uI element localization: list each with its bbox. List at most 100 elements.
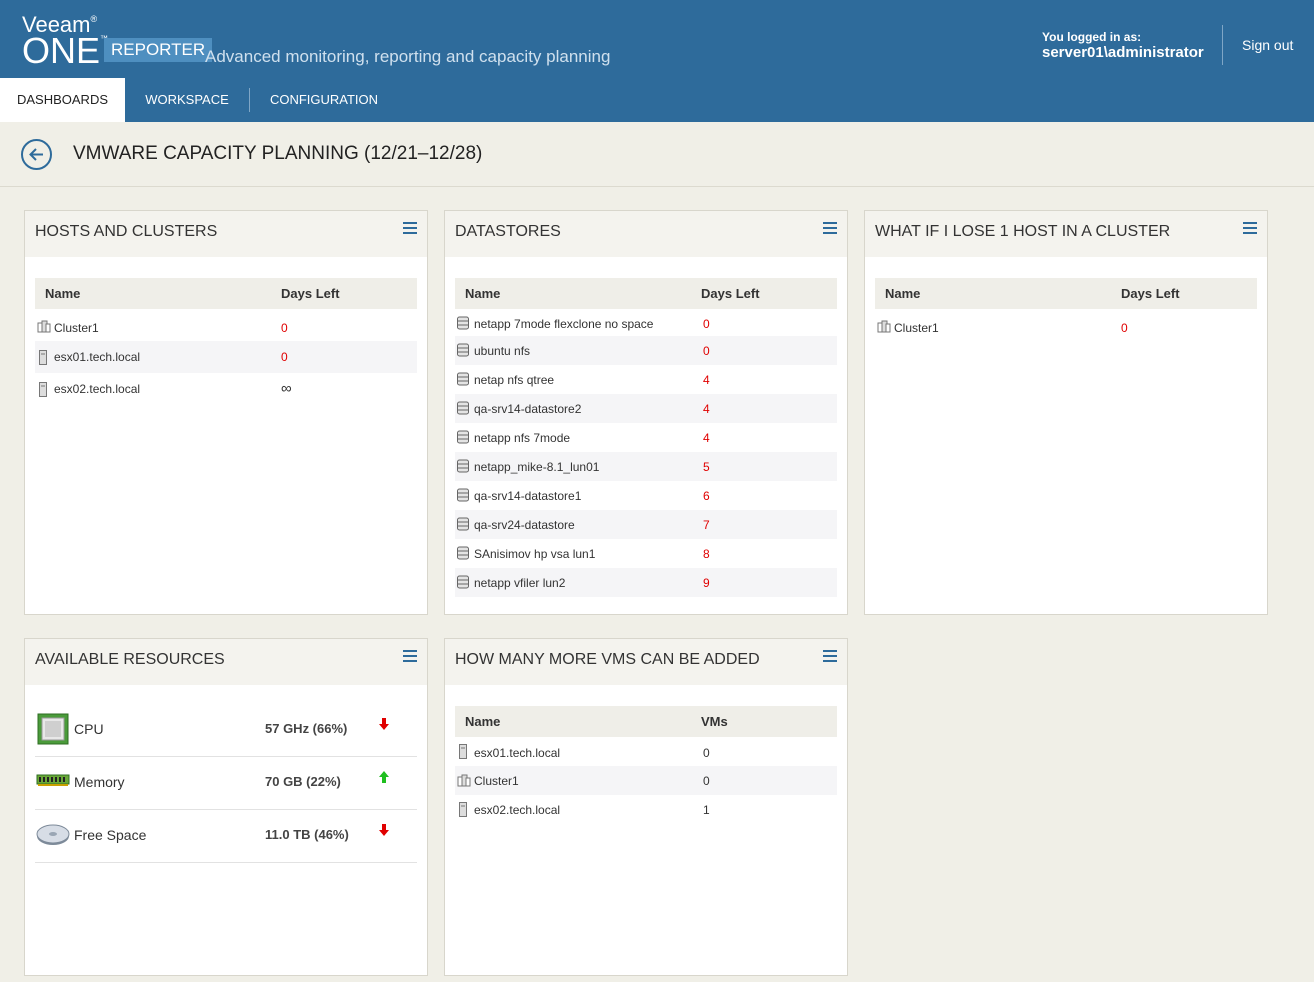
table-row[interactable]: Cluster1 0 [455, 766, 837, 795]
resource-label: CPU [74, 721, 104, 737]
sign-out-link[interactable]: Sign out [1242, 37, 1293, 53]
resource-label: Free Space [74, 827, 147, 843]
resource-row-memory: Memory 70 GB (22%) [35, 756, 417, 810]
row-days-left: 0 [703, 344, 710, 358]
table-row[interactable]: Cluster1 0 [875, 309, 1257, 341]
row-name: Cluster1 [894, 321, 939, 335]
table-row[interactable]: qa-srv14-datastore2 4 [455, 394, 837, 423]
datastores-table: Name Days Left netapp 7mode flexclone no… [455, 278, 837, 597]
cpu-icon [37, 713, 69, 745]
table-row[interactable]: qa-srv24-datastore 7 [455, 510, 837, 539]
table-row[interactable]: Cluster1 0 [35, 309, 417, 341]
vms-table: Name VMs esx01.tech.local 0 Cluster1 0 e… [455, 706, 837, 824]
panel-title: WHAT IF I LOSE 1 HOST IN A CLUSTER [875, 223, 1171, 240]
menu-icon[interactable] [403, 650, 417, 662]
menu-icon[interactable] [403, 222, 417, 234]
row-days-left: 0 [1121, 321, 1128, 335]
row-name: ubuntu nfs [474, 344, 531, 358]
resource-row-free-space: Free Space 11.0 TB (46%) [35, 809, 417, 863]
datastore-icon [457, 546, 469, 560]
tab-dashboards[interactable]: DASHBOARDS [0, 78, 125, 122]
arrow-up-icon [379, 771, 389, 783]
login-user: server01\administrator [1042, 44, 1204, 61]
page-title: VMWARE CAPACITY PLANNING (12/21–12/28) [73, 143, 483, 164]
row-days-left: 0 [281, 321, 288, 335]
panel-header: DATASTORES [445, 211, 847, 257]
tab-configuration[interactable]: CONFIGURATION [250, 78, 398, 122]
row-days-left: 6 [703, 489, 710, 503]
lose-host-panel: WHAT IF I LOSE 1 HOST IN A CLUSTER Name … [864, 210, 1268, 615]
hosts-clusters-panel: HOSTS AND CLUSTERS Name Days Left Cluste… [24, 210, 428, 615]
top-header: Veeam® ONE™ REPORTER Advanced monitoring… [0, 0, 1314, 122]
row-vms: 0 [703, 746, 710, 760]
vms-capacity-panel: HOW MANY MORE VMS CAN BE ADDED Name VMs … [444, 638, 848, 976]
header-divider [1222, 25, 1223, 65]
datastore-icon [457, 372, 469, 386]
row-name: netapp nfs 7mode [474, 431, 571, 445]
row-vms: 1 [703, 803, 710, 817]
datastore-icon [457, 575, 469, 589]
hosts-table: Name Days Left Cluster1 0 esx01.tech.loc… [35, 278, 417, 405]
resource-row-cpu: CPU 57 GHz (66%) [35, 703, 417, 757]
menu-icon[interactable] [823, 650, 837, 662]
table-row[interactable]: esx01.tech.local 0 [35, 341, 417, 373]
arrow-down-icon [379, 824, 389, 836]
available-resources-panel: AVAILABLE RESOURCES CPU 57 GHz (66%) Mem… [24, 638, 428, 976]
panel-title: AVAILABLE RESOURCES [35, 651, 225, 668]
row-days-left: 4 [703, 431, 710, 445]
row-days-left: 9 [703, 576, 710, 590]
page-title-bar: VMWARE CAPACITY PLANNING (12/21–12/28) [0, 122, 1314, 187]
cluster-icon [37, 320, 51, 333]
panel-header: AVAILABLE RESOURCES [25, 639, 427, 685]
column-header-name: Name [465, 286, 501, 301]
brand-logo-one: ONE™ [22, 30, 108, 71]
tab-workspace[interactable]: WORKSPACE [125, 78, 249, 122]
row-days-left: 0 [281, 350, 288, 364]
table-header: Name VMs [455, 706, 837, 737]
datastores-panel: DATASTORES Name Days Left netapp 7mode f… [444, 210, 848, 615]
column-header-days-left: Days Left [701, 286, 760, 301]
back-button[interactable] [21, 139, 52, 170]
table-header: Name Days Left [35, 278, 417, 309]
cluster-icon [457, 774, 471, 787]
table-row[interactable]: netapp vfiler lun2 9 [455, 568, 837, 597]
row-days-left: 8 [703, 547, 710, 561]
table-row[interactable]: esx02.tech.local 1 [455, 795, 837, 824]
host-icon [39, 382, 47, 397]
table-row[interactable]: esx01.tech.local 0 [455, 737, 837, 766]
lose-host-table: Name Days Left Cluster1 0 [875, 278, 1257, 341]
row-name: netapp 7mode flexclone no space [474, 317, 654, 331]
row-vms: 0 [703, 774, 710, 788]
row-days-left: 4 [703, 402, 710, 416]
table-row[interactable]: netapp 7mode flexclone no space 0 [455, 309, 837, 336]
table-row[interactable]: netapp nfs 7mode 4 [455, 423, 837, 452]
resource-value: 70 GB (22%) [265, 774, 341, 789]
column-header-name: Name [465, 714, 501, 729]
table-row[interactable]: qa-srv14-datastore1 6 [455, 481, 837, 510]
datastore-icon [457, 459, 469, 473]
column-header-vms: VMs [701, 714, 728, 729]
datastore-icon [457, 430, 469, 444]
row-name: Cluster1 [54, 321, 99, 335]
column-header-name: Name [885, 286, 921, 301]
table-header: Name Days Left [875, 278, 1257, 309]
panel-header: WHAT IF I LOSE 1 HOST IN A CLUSTER [865, 211, 1267, 257]
row-days-left: 0 [703, 317, 710, 331]
table-row[interactable]: netap nfs qtree 4 [455, 365, 837, 394]
resource-value: 57 GHz (66%) [265, 721, 348, 736]
row-name: qa-srv24-datastore [474, 518, 575, 532]
host-icon [39, 350, 47, 365]
table-row[interactable]: SAnisimov hp vsa lun1 8 [455, 539, 837, 568]
menu-icon[interactable] [1243, 222, 1257, 234]
table-row[interactable]: esx02.tech.local ∞ [35, 373, 417, 405]
table-row[interactable]: netapp_mike-8.1_lun01 5 [455, 452, 837, 481]
row-name: esx01.tech.local [474, 746, 561, 760]
host-icon [459, 802, 467, 817]
panel-header: HOSTS AND CLUSTERS [25, 211, 427, 257]
menu-icon[interactable] [823, 222, 837, 234]
row-days-left: 5 [703, 460, 710, 474]
row-days-left: 4 [703, 373, 710, 387]
row-name: netapp vfiler lun2 [474, 576, 566, 590]
table-row[interactable]: ubuntu nfs 0 [455, 336, 837, 365]
header-tagline: Advanced monitoring, reporting and capac… [205, 47, 611, 66]
